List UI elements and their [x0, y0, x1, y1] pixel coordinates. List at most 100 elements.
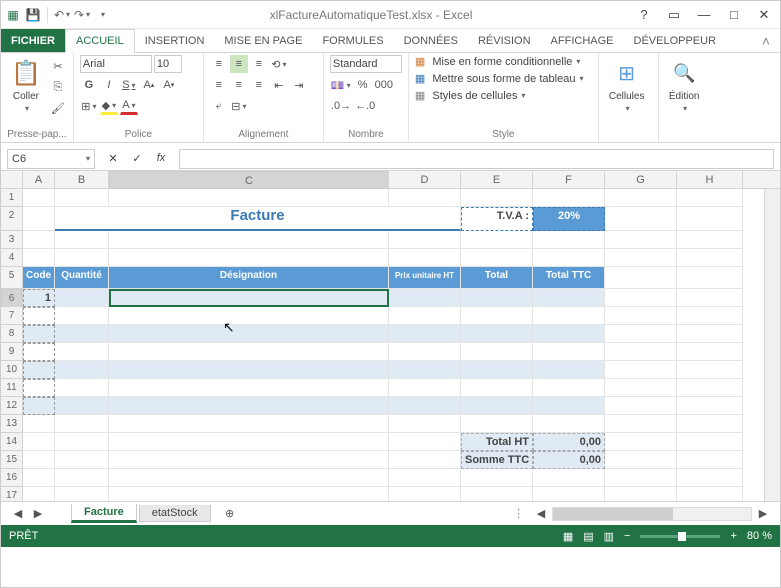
bold-button[interactable]: G	[80, 76, 98, 94]
formula-cancel-icon[interactable]: ✕	[103, 152, 123, 165]
row-11[interactable]: 11	[1, 379, 22, 397]
row-6[interactable]: 6	[1, 289, 22, 307]
conditional-formatting-button[interactable]: ▦ Mise en forme conditionnelle▾	[415, 55, 581, 68]
cell-styles-button[interactable]: ▦ Styles de cellules▾	[415, 89, 525, 102]
redo-icon[interactable]: ↷▾	[74, 7, 90, 23]
row-16[interactable]: 16	[1, 469, 22, 487]
ribbon-options-icon[interactable]: ▭	[662, 7, 686, 23]
restore-icon[interactable]: □	[722, 7, 746, 23]
align-top-icon[interactable]: ≡	[210, 55, 228, 73]
row-3[interactable]: 3	[1, 231, 22, 249]
zoom-out-icon[interactable]: −	[624, 530, 630, 542]
percent-format-icon[interactable]: %	[354, 76, 372, 94]
col-A[interactable]: A	[23, 171, 55, 188]
sheet-tab-etatstock[interactable]: etatStock	[139, 505, 211, 522]
cells-button[interactable]: ⊞Cellules▾	[605, 55, 649, 115]
tab-accueil[interactable]: ACCUEIL	[65, 29, 135, 53]
tab-affichage[interactable]: AFFICHAGE	[541, 29, 624, 52]
tab-insertion[interactable]: INSERTION	[135, 29, 215, 52]
row-1[interactable]: 1	[1, 189, 22, 207]
tab-nav-next-icon[interactable]: ▶	[29, 505, 47, 523]
indent-increase-icon[interactable]: ⇥	[290, 76, 308, 94]
col-F[interactable]: F	[533, 171, 605, 188]
vertical-scrollbar[interactable]	[764, 189, 780, 501]
view-layout-icon[interactable]: ▤	[583, 530, 593, 543]
row-5[interactable]: 5	[1, 267, 22, 289]
formula-accept-icon[interactable]: ✓	[127, 152, 147, 165]
help-icon[interactable]: ?	[632, 7, 656, 23]
minimize-icon[interactable]: ―	[692, 7, 716, 23]
zoom-slider[interactable]	[640, 535, 720, 538]
row-15[interactable]: 15	[1, 451, 22, 469]
tab-mise-en-page[interactable]: MISE EN PAGE	[214, 29, 312, 52]
comma-format-icon[interactable]: 000	[374, 76, 394, 94]
font-grow-icon[interactable]: A▴	[140, 76, 158, 94]
select-all-corner[interactable]	[1, 171, 23, 188]
align-middle-icon[interactable]: ≡	[230, 55, 248, 73]
close-icon[interactable]: ✕	[752, 7, 776, 23]
spreadsheet-grid[interactable]: A B C D E F G H 1 2 3 4 5 6 7 8 9 10 11 …	[1, 171, 780, 501]
tab-formules[interactable]: FORMULES	[312, 29, 393, 52]
col-C[interactable]: C	[109, 171, 389, 189]
fill-color-button[interactable]: ◆▾	[100, 97, 118, 115]
row-10[interactable]: 10	[1, 361, 22, 379]
row-7[interactable]: 7	[1, 307, 22, 325]
sheet-tab-facture[interactable]: Facture	[71, 504, 137, 523]
ribbon-collapse-icon[interactable]: ˄	[752, 29, 780, 52]
qat-customize-icon[interactable]: ▾	[94, 7, 110, 23]
col-D[interactable]: D	[389, 171, 461, 188]
hscroll-left-icon[interactable]: ◀	[532, 505, 550, 523]
tab-donnees[interactable]: DONNÉES	[394, 29, 468, 52]
border-button[interactable]: ⊞▾	[80, 97, 98, 115]
formula-input[interactable]	[179, 149, 774, 169]
fx-icon[interactable]: fx	[151, 152, 171, 165]
zoom-level[interactable]: 80 %	[747, 530, 772, 542]
excel-app-icon[interactable]: ▦	[5, 7, 21, 23]
row-12[interactable]: 12	[1, 397, 22, 415]
font-name-select[interactable]	[80, 55, 152, 73]
edition-button[interactable]: 🔍Édition▾	[665, 55, 704, 115]
align-center-icon[interactable]: ≡	[230, 76, 248, 94]
format-painter-icon[interactable]: 🖌	[49, 99, 67, 117]
merge-button[interactable]: ⊟▾	[230, 97, 248, 115]
horizontal-scrollbar[interactable]	[552, 507, 752, 521]
tab-developpeur[interactable]: DÉVELOPPEUR	[624, 29, 727, 52]
save-icon[interactable]: 💾	[25, 7, 41, 23]
font-size-select[interactable]	[154, 55, 182, 73]
cell-A6[interactable]: 1	[23, 289, 55, 307]
cut-icon[interactable]: ✂	[49, 57, 67, 75]
paste-button[interactable]: 📋 Coller ▾	[7, 55, 45, 115]
number-format-select[interactable]	[330, 55, 402, 73]
col-E[interactable]: E	[461, 171, 533, 188]
align-right-icon[interactable]: ≡	[250, 76, 268, 94]
font-color-button[interactable]: A▾	[120, 97, 138, 115]
undo-icon[interactable]: ↶▾	[54, 7, 70, 23]
row-14[interactable]: 14	[1, 433, 22, 451]
increase-decimal-icon[interactable]: .0→	[330, 97, 352, 115]
wrap-text-icon[interactable]: ⤶	[210, 97, 228, 115]
align-bottom-icon[interactable]: ≡	[250, 55, 268, 73]
view-pagebreak-icon[interactable]: ▥	[604, 530, 614, 543]
cell-area[interactable]: Facture T.V.A : 20% Code Quantité Désign…	[23, 189, 764, 501]
col-G[interactable]: G	[605, 171, 677, 188]
tab-file[interactable]: FICHIER	[1, 29, 65, 52]
font-shrink-icon[interactable]: A▾	[160, 76, 178, 94]
col-H[interactable]: H	[677, 171, 743, 188]
new-sheet-icon[interactable]: ⊕	[221, 505, 239, 523]
orientation-icon[interactable]: ⟲▾	[270, 55, 288, 73]
col-B[interactable]: B	[55, 171, 109, 188]
row-8[interactable]: 8	[1, 325, 22, 343]
accounting-format-icon[interactable]: 💷▾	[330, 76, 352, 94]
copy-icon[interactable]: ⎘	[49, 78, 67, 96]
tab-nav-prev-icon[interactable]: ◀	[9, 505, 27, 523]
tab-revision[interactable]: RÉVISION	[468, 29, 541, 52]
zoom-in-icon[interactable]: +	[730, 530, 736, 542]
row-17[interactable]: 17	[1, 487, 22, 501]
view-normal-icon[interactable]: ▦	[563, 530, 573, 543]
row-9[interactable]: 9	[1, 343, 22, 361]
align-left-icon[interactable]: ≡	[210, 76, 228, 94]
cell-C6-selected[interactable]	[109, 289, 389, 307]
italic-button[interactable]: I	[100, 76, 118, 94]
decrease-decimal-icon[interactable]: ←.0	[354, 97, 376, 115]
name-box[interactable]: C6▾	[7, 149, 95, 169]
